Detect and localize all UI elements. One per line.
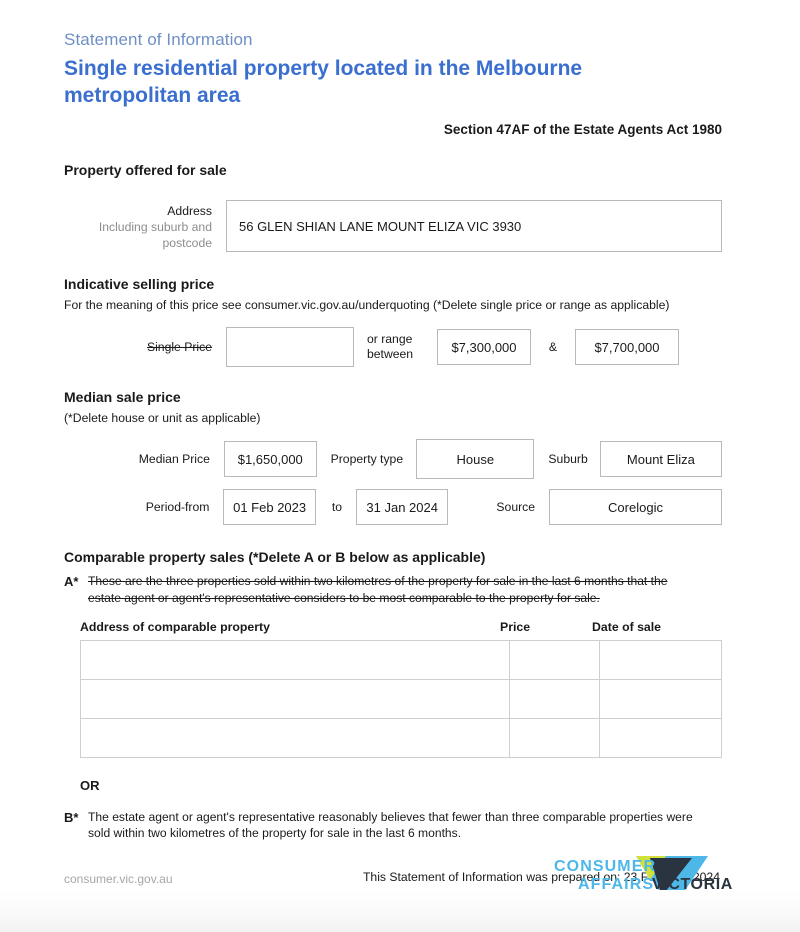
section-heading-comparable-sales: Comparable property sales (*Delete A or …: [64, 549, 486, 566]
cell-address[interactable]: [80, 639, 510, 680]
page-footer: consumer.vic.gov.au CONSUMER AFFAIRS VIC…: [64, 848, 736, 910]
indicative-price-note: For the meaning of this price see consum…: [64, 298, 670, 313]
footer-website-url[interactable]: consumer.vic.gov.au: [64, 872, 173, 886]
logo-artwork: CONSUMER AFFAIRS VICTORIA: [554, 856, 733, 910]
option-b-marker: B*: [64, 809, 79, 825]
section-heading-property-offered: Property offered for sale: [64, 162, 227, 179]
column-header-address: Address of comparable property: [80, 619, 270, 634]
option-a-text: These are the three properties sold with…: [88, 574, 668, 605]
section-heading-median-price: Median sale price: [64, 389, 181, 406]
cell-price[interactable]: [508, 639, 601, 680]
option-a-marker: A*: [64, 574, 79, 590]
table-row: [80, 678, 722, 719]
single-price-label: Single Price: [146, 340, 212, 355]
cell-date-of-sale[interactable]: [599, 678, 722, 719]
median-price-input[interactable]: $1,650,000: [223, 441, 317, 478]
section-heading-indicative-price: Indicative selling price: [64, 276, 215, 293]
document-subtitle: Statement of Information: [64, 30, 253, 49]
single-price-input[interactable]: [226, 327, 354, 368]
or-divider-label: OR: [80, 777, 100, 793]
indicative-price-row: Single Price or range between $7,300,000…: [64, 327, 722, 368]
option-b-clause: B* The estate agent or agent's represent…: [64, 809, 722, 842]
suburb-label: Suburb: [548, 452, 588, 467]
period-from-input[interactable]: 01 Feb 2023: [223, 489, 316, 526]
column-header-date-of-sale: Date of sale: [592, 619, 662, 634]
logo-text-consumer: CONSUMER: [554, 858, 656, 875]
or-range-between-label: or range between: [367, 332, 414, 362]
median-price-row: Median Price $1,650,000 Property type Ho…: [64, 439, 722, 480]
comparable-sales-table: [80, 639, 722, 758]
period-to-label: to: [331, 500, 342, 515]
ampersand-label: &: [548, 340, 558, 355]
median-price-note: (*Delete house or unit as applicable): [64, 411, 261, 426]
address-input[interactable]: 56 GLEN SHIAN LANE MOUNT ELIZA VIC 3930: [226, 200, 722, 253]
range-low-input[interactable]: $7,300,000: [437, 329, 531, 366]
page-title: Single residential property located in t…: [64, 57, 583, 107]
logo-text-victoria: VICTORIA: [652, 876, 733, 893]
address-label-group: Address Including suburb and postcode: [64, 200, 212, 251]
source-input[interactable]: Corelogic: [549, 489, 722, 526]
column-header-price: Price: [500, 619, 531, 634]
period-from-label: Period-from: [145, 500, 210, 515]
address-field-row: Address Including suburb and postcode 56…: [64, 200, 722, 253]
median-price-label: Median Price: [138, 452, 210, 467]
table-row: [80, 639, 722, 680]
period-to-input[interactable]: 31 Jan 2024: [356, 489, 449, 526]
cell-address[interactable]: [80, 678, 510, 719]
cell-date-of-sale[interactable]: [599, 717, 722, 758]
property-type-input[interactable]: House: [416, 439, 535, 480]
comparable-table-header: Address of comparable property Price Dat…: [64, 620, 722, 634]
cell-address[interactable]: [80, 717, 510, 758]
logo-text-affairs: AFFAIRS: [578, 876, 654, 893]
median-period-row: Period-from 01 Feb 2023 to 31 Jan 2024 S…: [64, 489, 722, 526]
table-row: [80, 717, 722, 758]
act-reference: Section 47AF of the Estate Agents Act 19…: [443, 122, 722, 138]
cell-price[interactable]: [508, 678, 601, 719]
range-high-input[interactable]: $7,700,000: [575, 329, 679, 366]
statement-of-information-page: Statement of Information Single resident…: [0, 0, 800, 932]
suburb-input[interactable]: Mount Eliza: [599, 441, 722, 478]
address-sublabel: Including suburb and postcode: [98, 220, 212, 251]
document-content: Statement of Information Single resident…: [64, 0, 722, 884]
address-label: Address: [167, 204, 212, 219]
property-type-label: Property type: [330, 452, 404, 467]
option-b-text: The estate agent or agent's representati…: [88, 809, 693, 841]
cell-date-of-sale[interactable]: [599, 639, 722, 680]
cell-price[interactable]: [508, 717, 601, 758]
option-a-clause: A* These are the three properties sold w…: [64, 573, 722, 606]
source-label: Source: [496, 500, 536, 515]
consumer-affairs-victoria-logo: CONSUMER AFFAIRS VICTORIA: [540, 848, 736, 910]
